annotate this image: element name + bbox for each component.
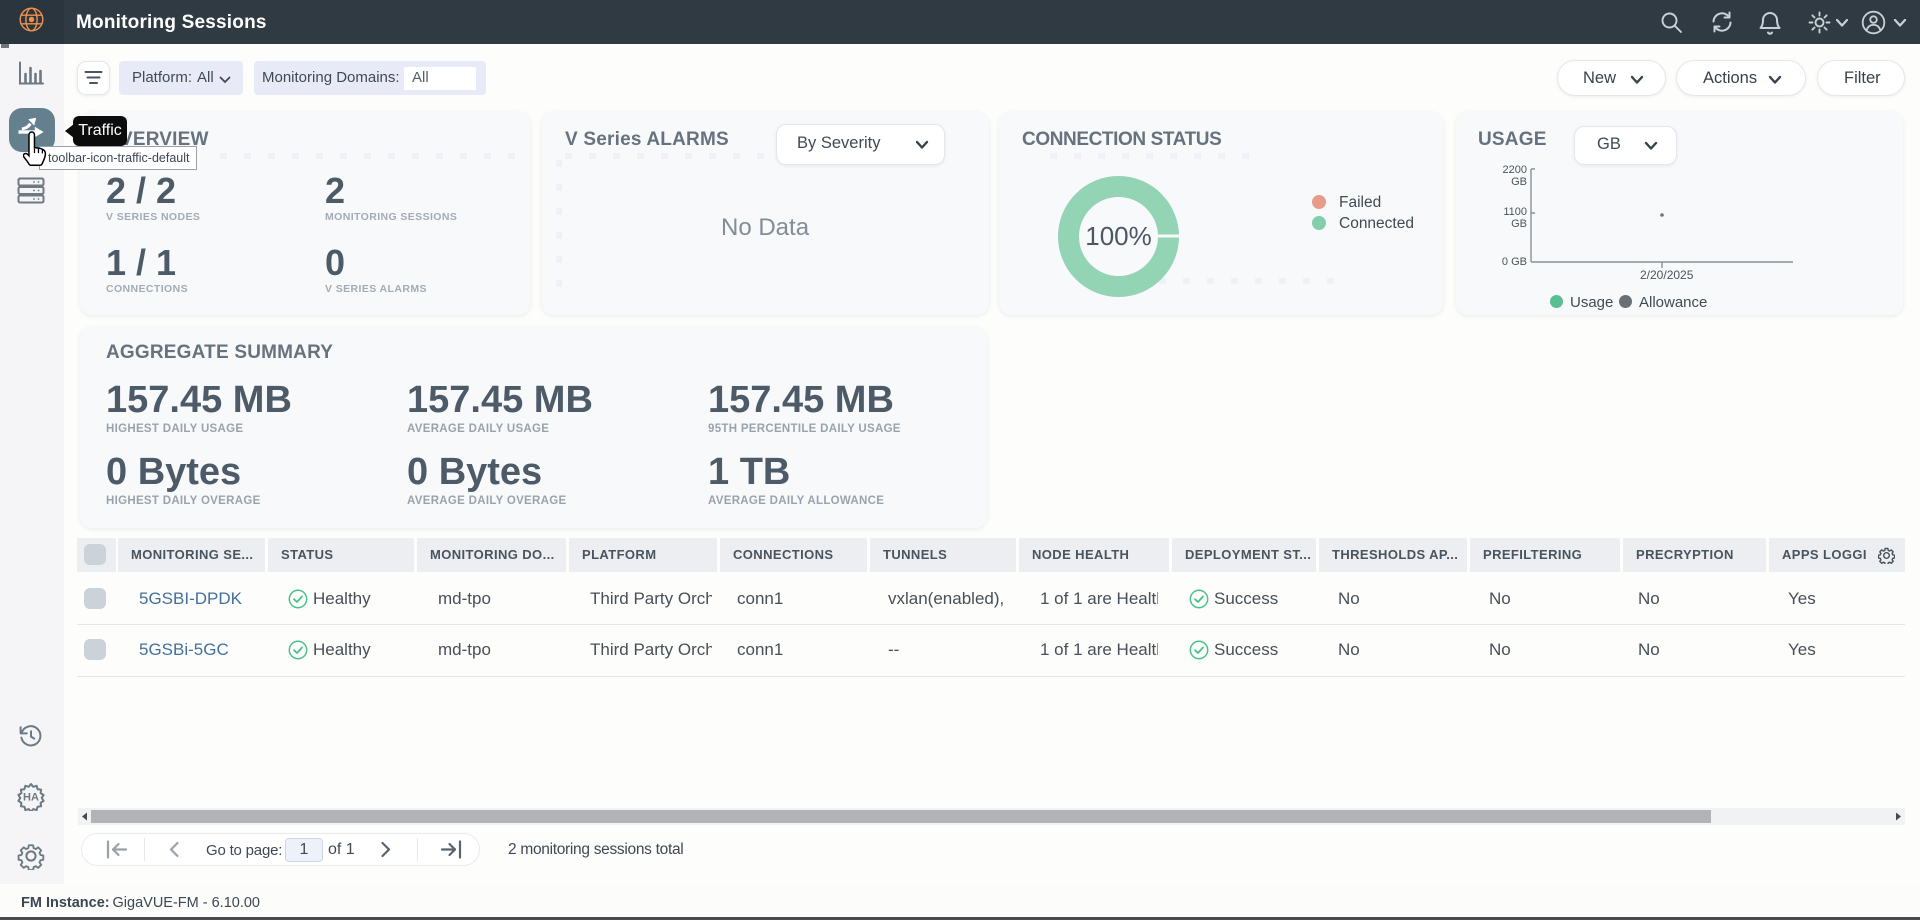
svg-text:100%: 100% — [1085, 221, 1152, 251]
svg-text:HA: HA — [23, 792, 39, 804]
